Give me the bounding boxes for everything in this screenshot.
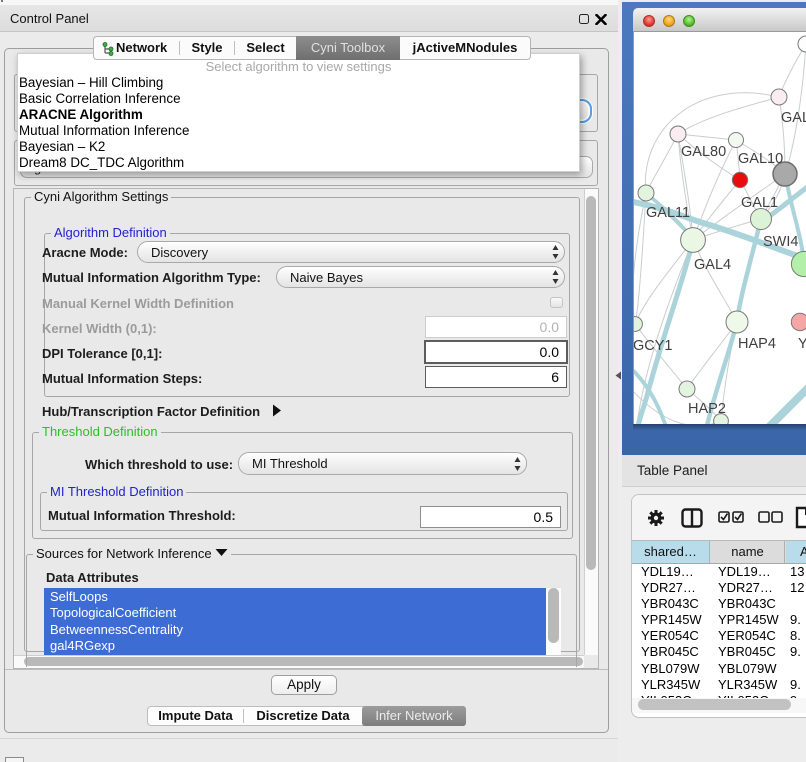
svg-text:GAL4: GAL4 bbox=[694, 257, 731, 273]
svg-text:GAL11: GAL11 bbox=[646, 205, 690, 221]
svg-text:GCY1: GCY1 bbox=[634, 338, 673, 354]
svg-text:GAL80: GAL80 bbox=[681, 144, 726, 160]
svg-text:HAP2: HAP2 bbox=[688, 401, 726, 417]
svg-text:GAL7: GAL7 bbox=[781, 110, 806, 126]
svg-text:Y: Y bbox=[798, 336, 806, 352]
svg-text:GAL1: GAL1 bbox=[741, 195, 778, 211]
svg-text:SWI4: SWI4 bbox=[763, 234, 798, 250]
svg-text:GAL10: GAL10 bbox=[738, 151, 783, 167]
svg-text:HAP4: HAP4 bbox=[738, 336, 776, 352]
